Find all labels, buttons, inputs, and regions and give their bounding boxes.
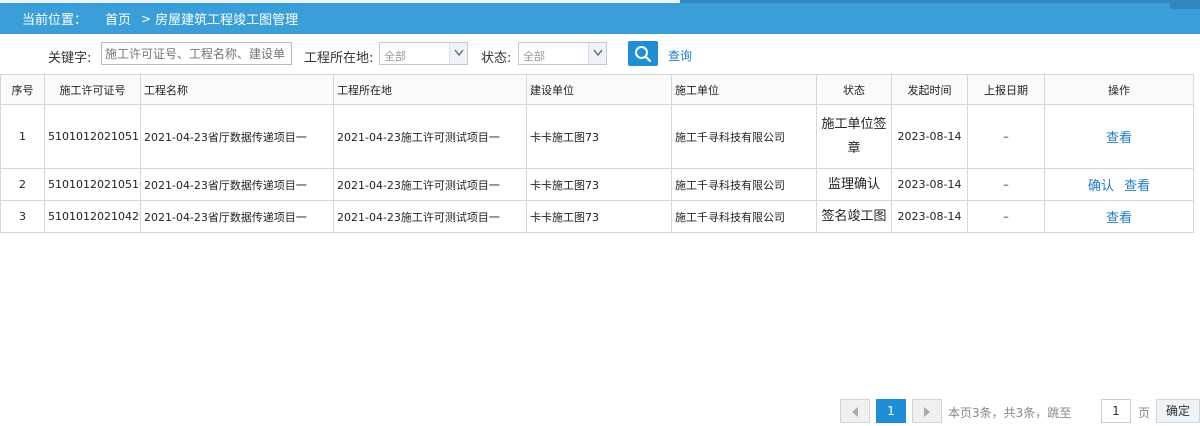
cell-actions: 查看 <box>1044 104 1194 169</box>
cell-report-date: – <box>967 200 1045 233</box>
cell-builder: 卡卡施工图73 <box>526 168 672 201</box>
search-icon <box>635 46 652 63</box>
cell-status: 签名竣工图 <box>816 200 892 233</box>
search-button[interactable] <box>628 41 658 66</box>
cell-index: 2 <box>0 168 45 201</box>
view-link[interactable]: 查看 <box>1124 179 1150 194</box>
cell-contractor: 施工千寻科技有限公司 <box>671 200 817 233</box>
header-bar: 当前位置： 首页 > 房屋建筑工程竣工图管理 <box>0 0 1200 34</box>
page-jump-input[interactable]: 1 <box>1101 399 1131 423</box>
cell-report-date: – <box>967 168 1045 201</box>
cell-report-date: – <box>967 104 1045 169</box>
header-corner-mark <box>1170 0 1200 9</box>
cell-actions: 确认 查看 <box>1044 168 1194 201</box>
location-select[interactable]: 全部 <box>379 42 468 65</box>
header-contractor: 施工单位 <box>671 74 817 105</box>
location-label: 工程所在地: <box>304 51 374 66</box>
cell-permit-no: 51010120210429020 <box>44 200 141 233</box>
keyword-label: 关键字: <box>48 51 92 66</box>
cell-project-name: 2021-04-23省厅数据传递项目一 <box>140 168 334 201</box>
location-select-value: 全部 <box>384 50 406 63</box>
pagination: 1 本页3条，共3条，跳至 1 页 确定 <box>840 399 1200 424</box>
header-actions: 操作 <box>1044 74 1194 105</box>
header-permit-no: 施工许可证号 <box>44 74 141 105</box>
prev-page-button[interactable] <box>840 399 870 423</box>
page-jump-confirm-button[interactable]: 确定 <box>1156 399 1200 423</box>
header-index: 序号 <box>0 74 45 105</box>
table-row: 1 51010120210511010 2021-04-23省厅数据传递项目一 … <box>0 104 1194 169</box>
page-info: 本页3条，共3条，跳至 <box>948 406 1072 420</box>
cell-location: 2021-04-23施工许可测试项目一 <box>333 200 527 233</box>
cell-start-time: 2023-08-14 <box>891 104 968 169</box>
view-link[interactable]: 查看 <box>1106 211 1132 226</box>
table-row: 3 51010120210429020 2021-04-23省厅数据传递项目一 … <box>0 200 1194 233</box>
table-header-row: 序号 施工许可证号 工程名称 工程所在地 建设单位 施工单位 状态 发起时间 上… <box>0 74 1194 105</box>
next-page-button[interactable] <box>912 399 942 423</box>
cell-permit-no: 51010120210516010 <box>44 168 141 201</box>
header-report-date: 上报日期 <box>967 74 1045 105</box>
header-location: 工程所在地 <box>333 74 527 105</box>
breadcrumb-current: 房屋建筑工程竣工图管理 <box>155 13 299 28</box>
cell-actions: 查看 <box>1044 200 1194 233</box>
cell-contractor: 施工千寻科技有限公司 <box>671 168 817 201</box>
cell-builder: 卡卡施工图73 <box>526 104 672 169</box>
chevron-down-icon <box>449 43 467 64</box>
confirm-link[interactable]: 确认 <box>1088 179 1114 194</box>
query-link[interactable]: 查询 <box>668 47 692 64</box>
page-unit: 页 <box>1138 406 1151 420</box>
cell-start-time: 2023-08-14 <box>891 168 968 201</box>
breadcrumb-separator: > <box>141 11 152 26</box>
filter-bar: 关键字: 工程所在地: 全部 状态: 全部 查询 <box>0 40 1200 70</box>
cell-project-name: 2021-04-23省厅数据传递项目一 <box>140 200 334 233</box>
cell-index: 3 <box>0 200 45 233</box>
header-status: 状态 <box>816 74 892 105</box>
cell-contractor: 施工千寻科技有限公司 <box>671 104 817 169</box>
cell-location: 2021-04-23施工许可测试项目一 <box>333 168 527 201</box>
status-select-value: 全部 <box>523 50 545 63</box>
view-link[interactable]: 查看 <box>1106 131 1132 146</box>
cell-location: 2021-04-23施工许可测试项目一 <box>333 104 527 169</box>
chevron-down-icon <box>588 43 606 64</box>
page-number-current[interactable]: 1 <box>876 399 906 423</box>
breadcrumb: 当前位置： 首页 > 房屋建筑工程竣工图管理 <box>22 9 299 29</box>
cell-start-time: 2023-08-14 <box>891 200 968 233</box>
cell-builder: 卡卡施工图73 <box>526 200 672 233</box>
breadcrumb-label: 当前位置： <box>22 13 88 28</box>
header-builder: 建设单位 <box>526 74 672 105</box>
breadcrumb-home-link[interactable]: 首页 <box>105 9 131 28</box>
cell-project-name: 2021-04-23省厅数据传递项目一 <box>140 104 334 169</box>
keyword-input[interactable] <box>101 42 292 65</box>
header-start-time: 发起时间 <box>891 74 968 105</box>
status-select[interactable]: 全部 <box>518 42 607 65</box>
status-label: 状态: <box>481 51 512 66</box>
header-top-line-highlight <box>0 0 680 3</box>
chevron-left-icon <box>852 407 858 417</box>
cell-permit-no: 51010120210511010 <box>44 104 141 169</box>
chevron-right-icon <box>924 407 930 417</box>
table-row: 2 51010120210516010 2021-04-23省厅数据传递项目一 … <box>0 168 1194 201</box>
cell-status: 监理确认 <box>816 168 892 201</box>
cell-status: 施工单位签章 <box>816 104 892 169</box>
results-table: 序号 施工许可证号 工程名称 工程所在地 建设单位 施工单位 状态 发起时间 上… <box>0 74 1194 233</box>
cell-index: 1 <box>0 104 45 169</box>
header-project-name: 工程名称 <box>140 74 334 105</box>
